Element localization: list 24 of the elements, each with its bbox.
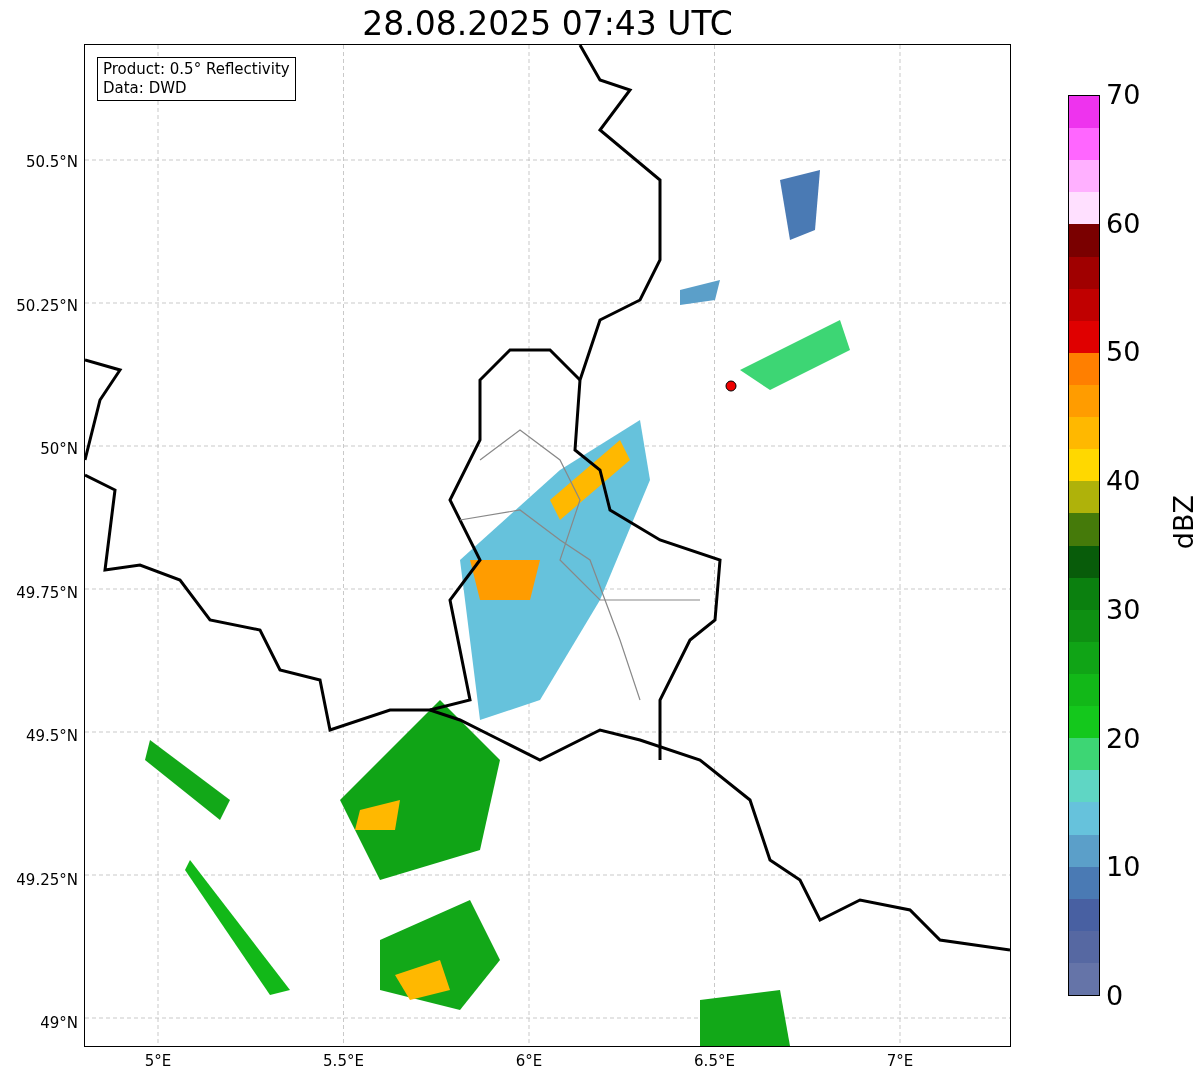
longitude-label: 7°E: [886, 1052, 914, 1070]
colorbar-tick-label: 10: [1106, 851, 1141, 884]
longitude-label: 5°E: [144, 1052, 172, 1070]
colorbar-tick-label: 0: [1106, 979, 1124, 1012]
colorbar-label: dBZ: [1168, 495, 1199, 550]
latitude-label: 50°N: [40, 440, 78, 458]
latitude-label: 49.5°N: [25, 727, 78, 745]
colorbar-tick-label: 40: [1106, 465, 1141, 498]
chart-title: 28.08.2025 07:43 UTC: [361, 3, 734, 45]
latitude-label: 49.25°N: [16, 870, 78, 889]
latitude-label: 50.5°N: [25, 153, 78, 171]
latitude-label: 49°N: [40, 1014, 78, 1032]
latitude-label: 50.25°N: [16, 296, 78, 315]
colorbar-tick-label: 50: [1106, 336, 1141, 369]
latitude-label: 49.75°N: [16, 583, 78, 602]
info-text: Data: DWD: [103, 79, 188, 98]
longitude-label: 6°E: [515, 1052, 543, 1070]
colorbar-tick-label: 70: [1106, 79, 1141, 111]
longitude-label: 5.5°E: [323, 1052, 364, 1070]
colorbar-tick-label: 60: [1106, 207, 1141, 240]
longitude-label: 6.5°E: [694, 1052, 735, 1070]
info-text: Product: 0.5° Reflectivity: [103, 60, 290, 79]
colorbar-tick-label: 20: [1106, 722, 1141, 755]
colorbar-tick-label: 30: [1106, 593, 1141, 626]
